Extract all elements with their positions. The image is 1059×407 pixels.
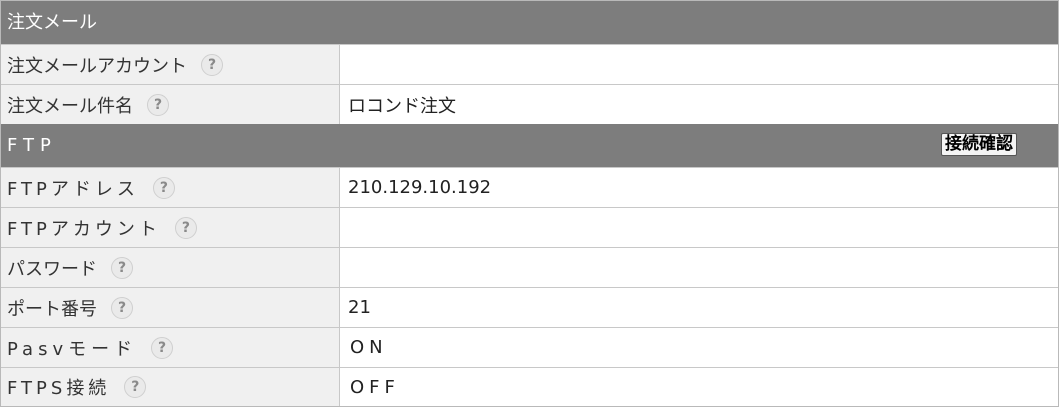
field-row-port: ポート番号 ? 21 <box>1 287 1058 327</box>
field-label: ポート番号 <box>7 298 97 320</box>
field-row-order-mail-account: 注文メールアカウント ? <box>1 44 1058 84</box>
help-icon[interactable]: ? <box>174 216 197 239</box>
field-row-ftps: FTPS接続 ? OFF <box>1 367 1058 406</box>
field-label-cell: パスワード ? <box>1 248 340 287</box>
settings-panel: 注文メール 注文メールアカウント ? 注文メール件名 ? ロコンド注文 FTP … <box>0 0 1059 407</box>
password-value <box>340 248 1058 287</box>
field-label: 注文メール件名 <box>7 95 133 117</box>
pasv-mode-value: ON <box>350 337 388 358</box>
field-label: パスワード <box>7 258 97 280</box>
order-mail-subject-value: ロコンド注文 <box>348 95 456 117</box>
field-label-cell: FTPアカウント ? <box>1 208 340 247</box>
help-icon[interactable]: ? <box>111 296 133 319</box>
help-icon[interactable]: ? <box>151 336 174 359</box>
help-icon[interactable]: ? <box>152 176 175 199</box>
help-icon[interactable]: ? <box>111 256 133 279</box>
section-header-ftp: FTP 接続確認 <box>1 124 1058 167</box>
field-label: FTPアカウント <box>7 218 161 240</box>
section-title: FTP <box>7 135 57 156</box>
help-icon[interactable]: ? <box>147 93 169 116</box>
field-label-cell: 注文メールアカウント ? <box>1 45 340 84</box>
port-value: 21 <box>348 297 371 318</box>
section-header-order-mail: 注文メール <box>1 1 1058 44</box>
field-label: FTPS接続 <box>7 378 111 399</box>
field-row-password: パスワード ? <box>1 247 1058 287</box>
order-mail-account-value <box>340 45 1058 84</box>
ftps-value: OFF <box>350 376 400 398</box>
help-icon[interactable]: ? <box>201 53 223 76</box>
field-row-ftp-address: FTPアドレス ? 210.129.10.192 <box>1 167 1058 207</box>
field-row-pasv-mode: Pasvモード ? ON <box>1 327 1058 367</box>
field-label-cell: ポート番号 ? <box>1 288 340 327</box>
field-row-order-mail-subject: 注文メール件名 ? ロコンド注文 <box>1 84 1058 124</box>
field-label-cell: FTPS接続 ? <box>1 368 340 406</box>
field-label-cell: 注文メール件名 ? <box>1 85 340 124</box>
field-label: 注文メールアカウント <box>7 55 187 77</box>
help-icon[interactable]: ? <box>124 376 147 398</box>
connection-check-button[interactable]: 接続確認 <box>941 133 1017 156</box>
field-label-cell: FTPアドレス ? <box>1 168 340 207</box>
field-label-cell: Pasvモード ? <box>1 328 340 367</box>
ftp-account-value <box>340 208 1058 247</box>
ftp-address-value: 210.129.10.192 <box>348 177 492 198</box>
field-row-ftp-account: FTPアカウント ? <box>1 207 1058 247</box>
section-title: 注文メール <box>7 12 97 33</box>
field-label: Pasvモード <box>7 338 138 360</box>
field-label: FTPアドレス <box>7 178 139 200</box>
